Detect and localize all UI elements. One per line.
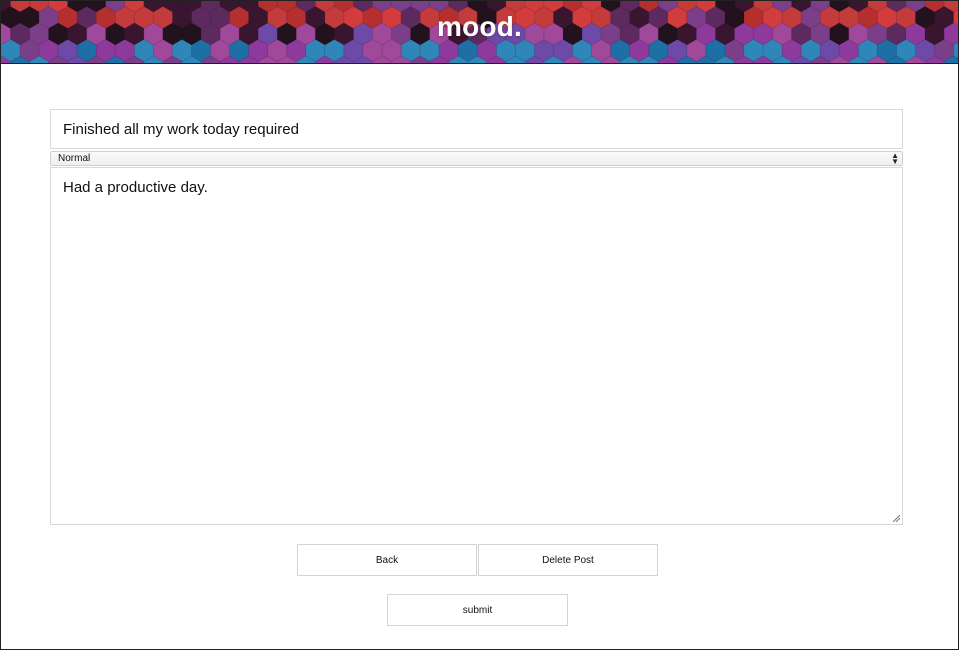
- post-title-input[interactable]: [50, 109, 903, 149]
- back-button[interactable]: Back: [297, 544, 477, 576]
- submit-button[interactable]: submit: [387, 594, 568, 626]
- post-body-textarea[interactable]: Had a productive day.: [50, 167, 903, 525]
- mood-select[interactable]: Normal ▲ ▼: [50, 151, 903, 166]
- select-arrows-icon: ▲ ▼: [891, 151, 899, 166]
- resize-grip-icon[interactable]: [892, 514, 900, 522]
- site-header: mood.: [1, 1, 958, 64]
- site-logo[interactable]: mood.: [1, 11, 958, 43]
- app-frame: mood. Normal ▲▼ Had a productive day. Ba…: [0, 0, 959, 650]
- mood-select-value: Normal: [58, 153, 91, 164]
- post-body-text: Had a productive day.: [63, 179, 208, 196]
- delete-post-button[interactable]: Delete Post: [478, 544, 658, 576]
